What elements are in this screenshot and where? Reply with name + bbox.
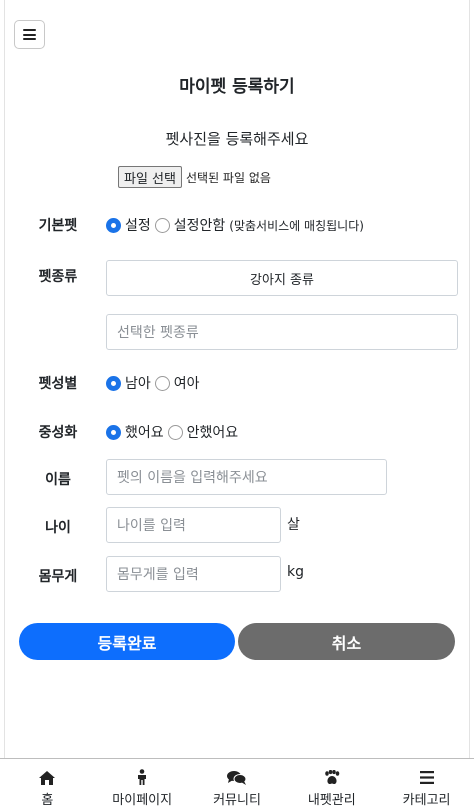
age-label: 나이 [45,520,71,536]
nav-label-category: 카테고리 [402,793,451,808]
neutered-option-no: 안했어요 [186,425,239,441]
gender-option-male: 남아 [125,376,151,392]
nav-label-mypage: 마이페이지 [112,793,173,808]
gender-radio-group: 남아 여아 [106,373,204,393]
nav-item-category[interactable]: 카테고리 [379,759,474,812]
neutered-radio-yes[interactable] [106,424,121,440]
submit-button[interactable]: 등록완료 [19,623,235,660]
species-dropdown[interactable]: 강아지 종류 [106,260,458,296]
nav-item-community[interactable]: 커뮤니티 [190,759,285,812]
home-icon [38,769,56,786]
neutered-option-yes: 했어요 [125,425,164,441]
neutered-radio-group: 했어요 안했어요 [106,422,242,442]
nav-item-home[interactable]: 홈 [0,759,95,812]
list-icon [419,769,434,786]
paw-icon [323,769,341,786]
gender-radio-female[interactable] [154,375,170,391]
default-pet-label: 기본펫 [38,218,78,234]
nav-label-community: 커뮤니티 [213,793,261,808]
neutered-label: 중성화 [38,425,78,441]
species-label: 펫종류 [38,269,78,285]
default-pet-radio-set[interactable] [106,217,121,233]
cancel-button[interactable]: 취소 [238,623,455,660]
age-unit: 살 [287,517,300,533]
age-input[interactable]: 나이를 입력 [106,507,281,543]
selected-species-field[interactable]: 선택한 펫종류 [106,314,458,350]
file-upload: 파일 선택 선택된 파일 없음 [118,166,271,188]
file-status: 선택된 파일 없음 [185,170,271,185]
photo-label: 펫사진을 등록해주세요 [165,130,309,148]
weight-unit: kg [287,564,304,580]
default-pet-option-set: 설정 [125,218,151,234]
bottom-nav: 홈 마이페이지 커뮤니티 내펫관리 카테고리 [0,758,474,812]
default-pet-option-unset: 설정안함 [173,218,226,234]
nav-item-mypets[interactable]: 내펫관리 [284,759,379,812]
gender-option-female: 여아 [173,376,200,392]
name-input[interactable]: 펫의 이름을 입력해주세요 [106,459,387,495]
file-select-button[interactable]: 파일 선택 [118,166,182,188]
default-pet-radio-group: 설정 설정안함 (맞춤서비스에 매칭됩니다) [106,215,364,235]
weight-label: 몸무게 [38,569,78,585]
neutered-radio-no[interactable] [167,424,183,440]
weight-input[interactable]: 몸무게를 입력 [106,556,281,592]
nav-label-mypets: 내펫관리 [307,793,356,808]
page-title: 마이펫 등록하기 [179,77,295,97]
hamburger-icon [23,29,36,40]
nav-item-mypage[interactable]: 마이페이지 [95,759,190,812]
chat-icon [226,769,248,786]
default-pet-note: (맞춤서비스에 매칭됩니다) [229,218,364,233]
app-frame [4,0,470,812]
gender-label: 펫성별 [38,376,78,392]
nav-label-home: 홈 [41,793,54,808]
gender-radio-male[interactable] [106,375,121,391]
name-label: 이름 [45,472,71,488]
person-icon [136,769,148,786]
menu-button[interactable] [14,20,45,49]
default-pet-radio-unset[interactable] [154,217,170,233]
